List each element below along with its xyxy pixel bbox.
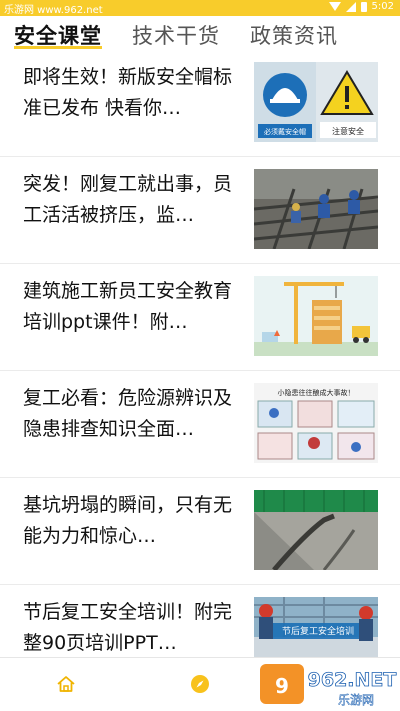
svg-text:小隐患往往酿成大事故！: 小隐患往往酿成大事故！ xyxy=(278,388,355,397)
article-item[interactable]: 节后复工安全培训！附完整90页培训PPT… 节后复工安全培训 xyxy=(0,585,400,657)
compass-icon[interactable] xyxy=(189,673,211,695)
svg-text:节后复工安全培训: 节后复工安全培训 xyxy=(282,625,354,637)
article-item[interactable]: 建筑施工新员工安全教育培训ppt课件！附… xyxy=(0,264,400,371)
svg-text:乐游网: 乐游网 xyxy=(338,693,374,707)
signal-icon xyxy=(345,1,356,12)
tab-policy-news[interactable]: 政策资讯 xyxy=(250,20,338,50)
battery-icon xyxy=(360,1,367,12)
svg-text:9: 9 xyxy=(275,674,289,698)
article-thumbnail: 必须戴安全帽 注意安全 xyxy=(254,62,378,142)
tab-tech-articles[interactable]: 技术干货 xyxy=(132,20,220,50)
article-title: 基坑坍塌的瞬间，只有无能为力和惊心… xyxy=(23,494,233,547)
category-tabs: 安全课堂 技术干货 政策资讯 xyxy=(0,16,400,50)
article-item[interactable]: 即将生效！新版安全帽标准已发布 快看你… 必须戴安全帽 注意安全 xyxy=(0,50,400,157)
svg-text:必须戴安全帽: 必须戴安全帽 xyxy=(264,127,306,136)
article-thumbnail xyxy=(254,169,378,249)
article-title: 节后复工安全培训！附完整90页培训PPT… xyxy=(23,601,233,654)
svg-text:962.NET: 962.NET xyxy=(308,669,397,691)
svg-text:注意安全: 注意安全 xyxy=(332,126,364,136)
article-title: 突发！刚复工就出事，员工活活被挤压，监… xyxy=(23,173,233,226)
status-time: 5:02 xyxy=(371,1,394,12)
article-item[interactable]: 基坑坍塌的瞬间，只有无能为力和惊心… xyxy=(0,478,400,585)
status-bar: 乐游网 www.962.net 5:02 xyxy=(0,0,400,16)
article-thumbnail: 小隐患往往酿成大事故！ xyxy=(254,383,378,463)
home-icon[interactable] xyxy=(55,673,77,695)
article-feed[interactable]: 即将生效！新版安全帽标准已发布 快看你… 必须戴安全帽 注意安全 突发！刚复工就… xyxy=(0,50,400,657)
article-title: 即将生效！新版安全帽标准已发布 快看你… xyxy=(23,66,233,119)
article-title: 复工必看：危险源辨识及隐患排查知识全面… xyxy=(23,387,233,440)
watermark-logo: 9 962.NET 乐游网 xyxy=(258,660,398,708)
article-thumbnail xyxy=(254,276,378,356)
article-item[interactable]: 复工必看：危险源辨识及隐患排查知识全面… 小隐患往往酿成大事故！ xyxy=(0,371,400,478)
article-thumbnail xyxy=(254,490,378,570)
status-source-label: 乐游网 www.962.net xyxy=(4,5,103,16)
article-item[interactable]: 突发！刚复工就出事，员工活活被挤压，监… xyxy=(0,157,400,264)
active-tab-indicator xyxy=(14,46,102,49)
wifi-icon xyxy=(328,2,341,11)
article-thumbnail: 节后复工安全培训 xyxy=(254,597,378,657)
article-title: 建筑施工新员工安全教育培训ppt课件！附… xyxy=(23,280,233,333)
status-icons: 5:02 xyxy=(328,1,394,12)
